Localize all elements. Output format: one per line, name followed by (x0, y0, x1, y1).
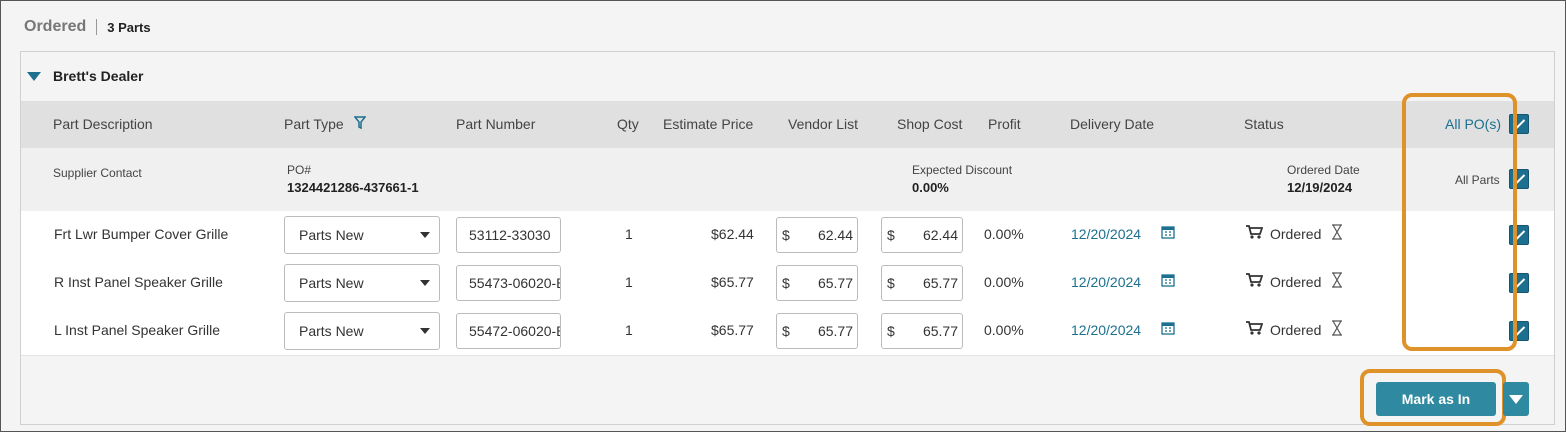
hourglass-icon (1331, 320, 1343, 339)
section-header: Ordered 3 Parts (24, 16, 151, 38)
profit-value: 0.00% (984, 226, 1024, 242)
profit-value: 0.00% (984, 322, 1024, 338)
profit-value: 0.00% (984, 274, 1024, 290)
part-number-value: 55473-06020-B (469, 275, 561, 291)
table-row: L Inst Panel Speaker Grille Parts New 55… (21, 307, 1554, 356)
vendor-list-value: 65.77 (817, 275, 853, 291)
col-part-description: Part Description (53, 116, 153, 132)
part-description: L Inst Panel Speaker Grille (54, 322, 221, 338)
col-part-type: Part Type (284, 116, 344, 132)
chevron-down-icon (420, 280, 430, 286)
part-type-value: Parts New (299, 323, 364, 339)
part-type-select[interactable]: Parts New (284, 264, 440, 302)
table-row: R Inst Panel Speaker Grille Parts New 55… (21, 259, 1554, 308)
estimate-price-value: $62.44 (711, 226, 754, 242)
ordered-parts-frame: Ordered 3 Parts Brett's Dealer Part Desc… (0, 0, 1566, 432)
currency-symbol: $ (782, 323, 790, 339)
po-info-row: Supplier Contact PO# 1324421286-437661-1… (21, 148, 1554, 211)
vendor-list-input[interactable]: $ 62.44 (776, 217, 858, 253)
currency-symbol: $ (782, 227, 790, 243)
col-qty: Qty (617, 116, 639, 132)
shop-cost-input[interactable]: $ 65.77 (881, 313, 963, 349)
shop-cost-input[interactable]: $ 62.44 (881, 217, 963, 253)
ordered-date-value: 12/19/2024 (1287, 180, 1353, 195)
calendar-icon[interactable] (1161, 225, 1175, 242)
estimate-price-value: $65.77 (711, 274, 754, 290)
table-header: Part Description Part Type Part Number Q… (21, 101, 1554, 148)
part-type-value: Parts New (299, 275, 364, 291)
calendar-icon[interactable] (1161, 273, 1175, 290)
vendor-list-value: 65.77 (817, 323, 853, 339)
vendor-list-input[interactable]: $ 65.77 (776, 265, 858, 301)
section-title: Ordered (24, 18, 87, 35)
shop-cost-input[interactable]: $ 65.77 (881, 265, 963, 301)
col-profit: Profit (988, 116, 1021, 132)
dealer-name: Brett's Dealer (53, 68, 144, 84)
status-text: Ordered (1270, 274, 1322, 290)
currency-symbol: $ (887, 275, 895, 291)
dealer-toggle[interactable]: Brett's Dealer (27, 68, 143, 84)
filter-icon[interactable] (353, 116, 367, 133)
part-description: R Inst Panel Speaker Grille (54, 274, 223, 290)
part-type-select[interactable]: Parts New (284, 216, 440, 254)
part-number-input[interactable]: 53112-33030 (456, 217, 561, 253)
currency-symbol: $ (887, 227, 895, 243)
col-shop-cost: Shop Cost (897, 116, 963, 132)
parts-count: 3 Parts (107, 19, 151, 35)
table-row: Frt Lwr Bumper Cover Grille Parts New 53… (21, 211, 1554, 260)
calendar-icon[interactable] (1161, 321, 1175, 338)
shop-cost-value: 62.44 (922, 227, 958, 243)
part-type-select[interactable]: Parts New (284, 312, 440, 350)
currency-symbol: $ (782, 275, 790, 291)
caret-down-icon (1509, 394, 1523, 404)
col-vendor-list: Vendor List (788, 116, 859, 132)
hourglass-icon (1331, 224, 1343, 243)
expected-discount-label: Expected Discount (912, 163, 1013, 177)
collapse-caret-icon[interactable] (27, 71, 41, 81)
status-text: Ordered (1270, 322, 1322, 338)
shop-cost-value: 65.77 (922, 275, 958, 291)
delivery-date-link[interactable]: 12/20/2024 (1071, 274, 1141, 290)
currency-symbol: $ (887, 323, 895, 339)
delivery-date-link[interactable]: 12/20/2024 (1071, 322, 1141, 338)
col-delivery-date: Delivery Date (1070, 116, 1155, 132)
col-part-number: Part Number (456, 116, 536, 132)
vendor-list-input[interactable]: $ 65.77 (776, 313, 858, 349)
col-status: Status (1244, 116, 1284, 132)
hourglass-icon (1331, 272, 1343, 291)
expected-discount-value: 0.00% (912, 180, 949, 195)
ordered-date-label: Ordered Date (1287, 163, 1360, 177)
qty-value: 1 (625, 226, 633, 242)
supplier-contact-label: Supplier Contact (53, 166, 142, 180)
estimate-price-value: $65.77 (711, 322, 754, 338)
part-number-input[interactable]: 55472-06020-B (456, 313, 561, 349)
shop-cost-value: 65.77 (922, 323, 958, 339)
part-description: Frt Lwr Bumper Cover Grille (54, 226, 229, 242)
status-text: Ordered (1270, 226, 1322, 242)
part-number-value: 55472-06020-B (469, 323, 561, 339)
part-number-input[interactable]: 55473-06020-B (456, 265, 561, 301)
actions-dropdown-button[interactable] (1503, 382, 1529, 416)
part-type-value: Parts New (299, 227, 364, 243)
qty-value: 1 (625, 274, 633, 290)
po-label: PO# (287, 163, 312, 177)
chevron-down-icon (420, 328, 430, 334)
cart-icon (1245, 320, 1264, 339)
po-number: 1324421286-437661-1 (287, 180, 419, 195)
divider (96, 19, 98, 35)
part-number-value: 53112-33030 (469, 227, 551, 243)
col-estimate-price: Estimate Price (663, 116, 754, 132)
qty-value: 1 (625, 322, 633, 338)
chevron-down-icon (420, 232, 430, 238)
mark-as-in-button[interactable]: Mark as In (1376, 382, 1496, 416)
delivery-date-link[interactable]: 12/20/2024 (1071, 226, 1141, 242)
cart-icon (1245, 224, 1264, 243)
checkbox-column-highlight (1402, 93, 1517, 351)
cart-icon (1245, 272, 1264, 291)
dealer-panel: Brett's Dealer Part Description Part Typ… (20, 51, 1555, 425)
vendor-list-value: 62.44 (817, 227, 853, 243)
